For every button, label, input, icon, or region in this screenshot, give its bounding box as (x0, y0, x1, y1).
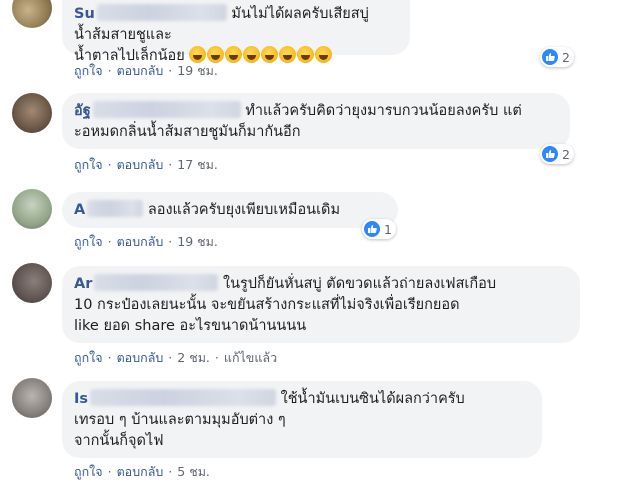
laughing-emoji-icon (315, 46, 333, 63)
reaction-count[interactable]: 2 (540, 144, 574, 164)
comment-text-line: ทำแล้วครับคิดว่ายุงมารบกวนน้อยลงครับ แต่ (245, 103, 522, 119)
commenter-name[interactable]: Ar (74, 274, 219, 292)
like-link[interactable]: ถูกใจ (74, 63, 103, 78)
like-icon (542, 49, 558, 65)
blurred-name (87, 200, 144, 217)
timestamp[interactable]: 19 ชม. (177, 63, 218, 78)
comment-bubble: Is ใช้น้ำมันเบนซินได้ผลกว่าครับ เทรอบ ๆ … (62, 381, 542, 458)
blurred-name (94, 274, 219, 291)
comment-text-line: ใช้น้ำมันเบนซินได้ผลกว่าครับ (280, 391, 465, 407)
like-link[interactable]: ถูกใจ (74, 157, 103, 172)
comment-text-line: จากนั้นก็จุดไฟ (74, 433, 164, 449)
reply-link[interactable]: ตอบกลับ (117, 63, 164, 78)
laughing-emoji-icon (279, 46, 297, 63)
laughing-emoji-icon (297, 46, 315, 63)
comment-text-line: ะอหมดกลิ่นน้ำส้มสายชูมันก็มากันอีก (74, 124, 301, 140)
commenter-name[interactable]: Is (74, 389, 277, 407)
comment-actions: ถูกใจ · ตอบกลับ · 17 ชม. (74, 157, 218, 172)
comment-text-line: like ยอด share อะไรขนาดน้านนนน (74, 318, 307, 334)
timestamp[interactable]: 2 ชม. (177, 350, 210, 365)
avatar[interactable] (12, 189, 52, 229)
comment-text-line: 10 กระป๋องเลยนะนั้น จะขยันสร้างกระแสที่ไ… (74, 297, 460, 313)
comment-actions: ถูกใจ · ตอบกลับ · 19 ชม. (74, 234, 218, 249)
like-icon (364, 221, 380, 237)
commenter-name[interactable]: Su (74, 4, 227, 22)
blurred-name (92, 101, 241, 118)
timestamp[interactable]: 5 ชม. (177, 464, 210, 479)
like-link[interactable]: ถูกใจ (74, 464, 103, 479)
timestamp[interactable]: 19 ชม. (177, 234, 218, 249)
comment-text: ลองแล้วครับยุงเพียบเหมือนเดิม (147, 202, 340, 218)
avatar[interactable] (12, 378, 52, 418)
avatar[interactable] (12, 263, 52, 303)
comment-bubble: อัฐ ทำแล้วครับคิดว่ายุงมารบกวนน้อยลงครับ… (62, 93, 570, 149)
timestamp[interactable]: 17 ชม. (177, 157, 218, 172)
blurred-name (90, 389, 277, 406)
comment-bubble: A ลองแล้วครับยุงเพียบเหมือนเดิม (62, 192, 398, 228)
reply-link[interactable]: ตอบกลับ (117, 464, 164, 479)
blurred-name (96, 4, 227, 21)
avatar[interactable] (12, 93, 52, 133)
comment-actions: ถูกใจ · ตอบกลับ · 2 ชม. · แก้ไขแล้ว (74, 350, 278, 365)
comment-text-line: เทรอบ ๆ บ้านและตามมุมอับต่าง ๆ (74, 412, 286, 428)
reaction-count[interactable]: 2 (540, 47, 574, 67)
relieved-emoji-icon (243, 46, 261, 63)
comment-actions: ถูกใจ · ตอบกลับ · 5 ชม. (74, 464, 210, 479)
comment-text-line: ในรูปก็ยันหั่นสบู่ ตัดขวดแล้วถ่ายลงเฟสเก… (222, 276, 497, 292)
edited-link[interactable]: แก้ไขแล้ว (224, 350, 277, 365)
relieved-emoji-icon (225, 46, 243, 63)
comment-bubble: Ar ในรูปก็ยันหั่นสบู่ ตัดขวดแล้วถ่ายลงเฟ… (62, 266, 580, 343)
commenter-name[interactable]: อัฐ (74, 101, 241, 119)
comment-actions: ถูกใจ · ตอบกลับ · 19 ชม. (74, 63, 218, 78)
like-icon (542, 146, 558, 162)
like-link[interactable]: ถูกใจ (74, 350, 103, 365)
comment-bubble: Su มันไม่ได้ผลครับเสียสบู่น้ำส้มสายชูและ… (62, 0, 410, 64)
commenter-name[interactable]: A (74, 200, 144, 218)
reply-link[interactable]: ตอบกลับ (117, 157, 164, 172)
laughing-emoji-icon (261, 46, 279, 63)
like-link[interactable]: ถูกใจ (74, 234, 103, 249)
reaction-count[interactable]: 1 (362, 219, 396, 239)
avatar[interactable] (12, 0, 52, 28)
reply-link[interactable]: ตอบกลับ (117, 350, 164, 365)
reply-link[interactable]: ตอบกลับ (117, 234, 164, 249)
